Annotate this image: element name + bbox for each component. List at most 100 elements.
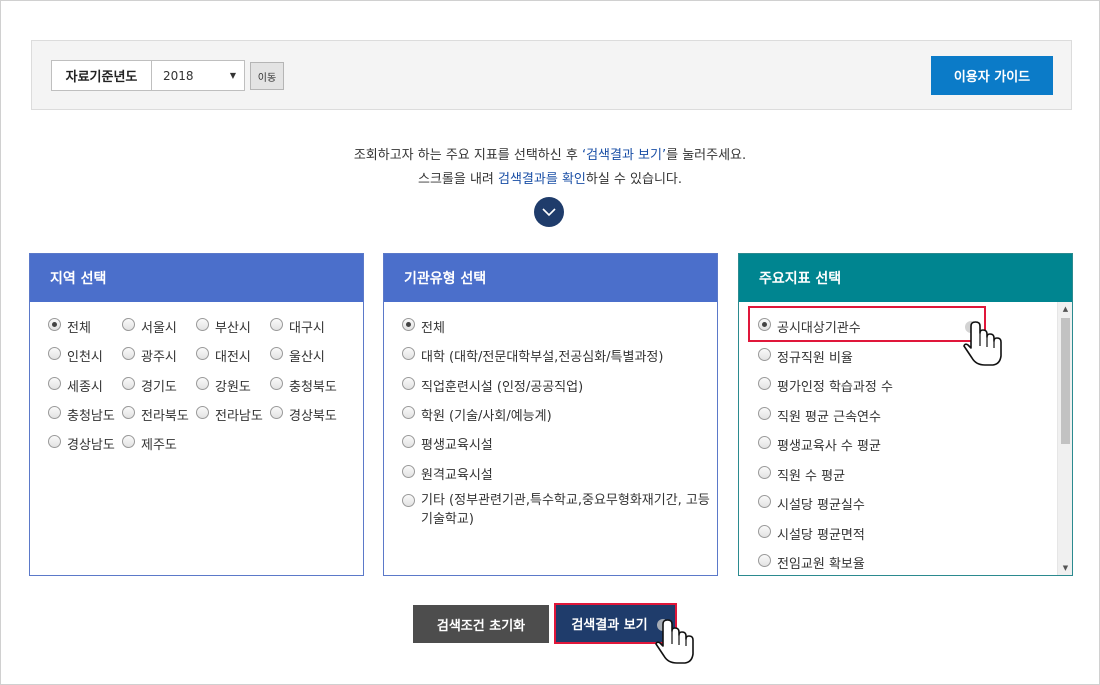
institution-option[interactable]: 원격교육시설 <box>402 464 493 483</box>
radio-button[interactable] <box>402 318 415 331</box>
region-option[interactable]: 충청북도 <box>270 376 337 395</box>
selected-indicator-highlight <box>748 306 986 342</box>
radio-button[interactable] <box>122 435 135 449</box>
radio-button[interactable] <box>758 495 771 508</box>
indicator-option[interactable]: 직원 평균 근속연수 <box>758 406 881 425</box>
dropdown-caret-icon: ▼ <box>229 71 236 80</box>
radio-button[interactable] <box>758 377 771 390</box>
region-option[interactable]: 인천시 <box>48 346 103 365</box>
radio-button[interactable] <box>758 554 771 567</box>
option-label: 직업훈련시설 (인정/공공직업) <box>421 379 584 395</box>
radio-button[interactable] <box>122 347 135 361</box>
option-label: 직원 수 평균 <box>777 468 846 484</box>
option-label: 전임교원 확보율 <box>777 557 865 572</box>
option-label: 인천시 <box>67 350 103 366</box>
region-option[interactable]: 세종시 <box>48 376 103 395</box>
institution-option[interactable]: 평생교육시설 <box>402 434 493 453</box>
scrollbar-thumb[interactable] <box>1061 318 1070 444</box>
instruction-text: 스크롤을 내려 <box>417 172 499 187</box>
indicator-option[interactable]: 시설당 평균실수 <box>758 494 865 513</box>
region-option[interactable]: 제주도 <box>122 434 177 453</box>
radio-button[interactable] <box>758 347 771 361</box>
indicator-option[interactable]: 시설당 평균면적 <box>758 524 865 543</box>
scroll-up-arrow-icon[interactable]: ▲ <box>1058 302 1073 316</box>
region-option[interactable]: 경상남도 <box>48 434 115 453</box>
instruction-highlight: ‘검색결과 보기’ <box>581 148 667 163</box>
radio-button[interactable] <box>196 405 209 419</box>
radio-button[interactable] <box>196 318 209 331</box>
chevron-down-icon <box>542 207 556 216</box>
region-option[interactable]: 서울시 <box>122 317 177 336</box>
radio-button[interactable] <box>196 347 209 361</box>
radio-button[interactable] <box>270 376 283 390</box>
radio-button[interactable] <box>402 405 415 419</box>
radio-button[interactable] <box>758 524 771 538</box>
region-option[interactable]: 울산시 <box>270 346 325 365</box>
move-button[interactable]: 이동 <box>250 62 284 90</box>
radio-button[interactable] <box>402 464 415 478</box>
region-option[interactable]: 경기도 <box>122 376 177 395</box>
hand-pointer-icon <box>655 619 694 664</box>
region-option[interactable]: 강원도 <box>196 376 251 395</box>
region-option[interactable]: 충청남도 <box>48 405 115 424</box>
instruction-line-1: 조회하고자 하는 주요 지표를 선택하신 후 ‘검색결과 보기’를 눌러주세요. <box>0 144 1100 163</box>
region-option[interactable]: 부산시 <box>196 317 251 336</box>
instruction-text: 를 눌러주세요. <box>666 148 747 163</box>
indicator-option[interactable]: 전임교원 확보율 <box>758 553 865 572</box>
year-dropdown[interactable]: 2018 ▼ <box>152 61 244 90</box>
radio-button[interactable] <box>402 493 415 507</box>
instruction-text: 하실 수 있습니다. <box>585 172 682 187</box>
radio-button[interactable] <box>122 405 135 419</box>
option-label: 전라북도 <box>141 408 189 424</box>
institution-option[interactable]: 전체 <box>402 317 445 336</box>
radio-button[interactable] <box>270 347 283 361</box>
option-label: 경기도 <box>141 379 177 395</box>
radio-button[interactable] <box>122 318 135 331</box>
radio-button[interactable] <box>758 406 771 420</box>
institution-option[interactable]: 직업훈련시설 (인정/공공직업) <box>402 376 583 395</box>
option-label: 직원 평균 근속연수 <box>777 409 881 425</box>
reset-filters-button[interactable]: 검색조건 초기화 <box>413 605 549 643</box>
radio-button[interactable] <box>270 405 283 419</box>
radio-button[interactable] <box>402 435 415 449</box>
option-label: 세종시 <box>67 379 103 395</box>
region-option[interactable]: 전체 <box>48 317 91 336</box>
radio-button[interactable] <box>758 465 771 479</box>
institution-option[interactable]: 기타 (정부관련기관,특수학교,중요무형화재기간, 고등기술학교) <box>402 493 711 529</box>
region-option[interactable]: 대전시 <box>196 346 251 365</box>
region-option[interactable]: 전라북도 <box>122 405 189 424</box>
option-label: 서울시 <box>141 321 177 336</box>
radio-button[interactable] <box>196 376 209 390</box>
indicator-option[interactable]: 평가인정 학습과정 수 <box>758 376 893 395</box>
indicator-option[interactable]: 평생교육사 수 평균 <box>758 435 881 454</box>
radio-button[interactable] <box>48 405 61 419</box>
option-label: 평생교육사 수 평균 <box>777 439 881 454</box>
indicator-scrollbar[interactable]: ▲ ▼ <box>1057 302 1072 575</box>
radio-button[interactable] <box>758 436 771 449</box>
radio-button[interactable] <box>122 376 135 390</box>
radio-button[interactable] <box>48 435 61 449</box>
region-option[interactable]: 광주시 <box>122 346 177 365</box>
radio-button[interactable] <box>402 376 415 390</box>
region-panel-title: 지역 선택 <box>30 254 363 302</box>
region-option[interactable]: 전라남도 <box>196 405 263 424</box>
radio-button[interactable] <box>48 347 61 361</box>
scroll-down-button[interactable] <box>534 197 564 227</box>
option-label: 충청남도 <box>67 408 115 424</box>
radio-button[interactable] <box>270 318 283 331</box>
institution-option[interactable]: 대학 (대학/전문대학부설,전공심화/특별과정) <box>402 346 663 365</box>
radio-button[interactable] <box>48 376 61 390</box>
radio-button[interactable] <box>48 318 61 331</box>
indicator-option[interactable]: 정규직원 비율 <box>758 347 853 366</box>
option-label: 제주도 <box>141 438 177 454</box>
region-option[interactable]: 경상북도 <box>270 405 337 424</box>
radio-button[interactable] <box>402 347 415 361</box>
user-guide-button[interactable]: 이용자 가이드 <box>931 56 1053 95</box>
option-label: 충청북도 <box>289 379 337 395</box>
scroll-down-arrow-icon[interactable]: ▼ <box>1058 561 1073 575</box>
instruction-highlight: 검색결과를 확인 <box>498 172 586 187</box>
institution-option[interactable]: 학원 (기술/사회/예능계) <box>402 405 552 424</box>
option-label: 경상남도 <box>67 438 115 454</box>
region-option[interactable]: 대구시 <box>270 317 325 336</box>
indicator-option[interactable]: 직원 수 평균 <box>758 465 845 484</box>
